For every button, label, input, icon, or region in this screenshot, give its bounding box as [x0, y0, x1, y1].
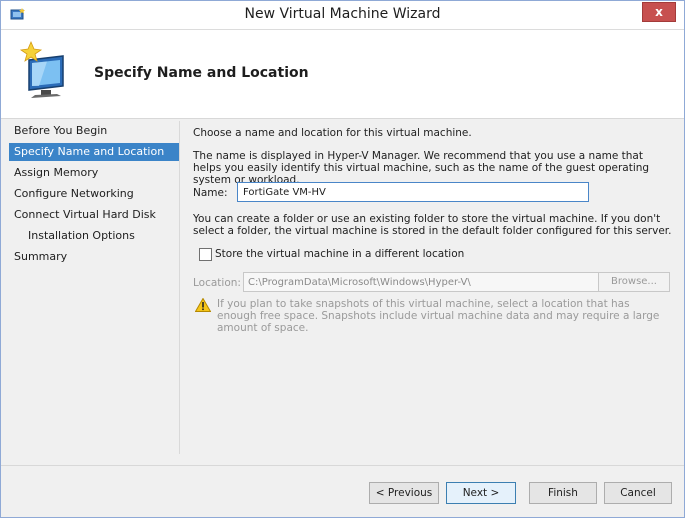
previous-button[interactable]: < Previous — [369, 482, 439, 504]
nav-item-installation-options[interactable]: Installation Options — [9, 227, 179, 245]
snapshot-warning-text: If you plan to take snapshots of this vi… — [217, 298, 660, 334]
nav-item-specify-name-location[interactable]: Specify Name and Location — [9, 143, 179, 161]
nav-divider — [179, 121, 180, 454]
wizard-header: Specify Name and Location — [1, 30, 684, 119]
nav-item-configure-networking[interactable]: Configure Networking — [9, 185, 179, 203]
page-title: Specify Name and Location — [94, 65, 309, 81]
nav-item-assign-memory[interactable]: Assign Memory — [9, 164, 179, 182]
monitor-sparkle-icon — [19, 40, 64, 98]
footer-divider — [1, 465, 684, 466]
wizard-window: New Virtual Machine Wizard x Specify Nam… — [0, 0, 685, 518]
location-input[interactable] — [243, 272, 599, 292]
next-button[interactable]: Next > — [446, 482, 516, 504]
cancel-button[interactable]: Cancel — [604, 482, 672, 504]
title-bar[interactable]: New Virtual Machine Wizard x — [1, 1, 684, 30]
location-label: Location: — [193, 277, 241, 289]
name-help-text: The name is displayed in Hyper-V Manager… — [193, 150, 650, 186]
warning-triangle-icon — [195, 298, 211, 312]
nav-item-before-you-begin[interactable]: Before You Begin — [9, 122, 179, 140]
nav-item-connect-virtual-hard-disk[interactable]: Connect Virtual Hard Disk — [9, 206, 179, 224]
window-title: New Virtual Machine Wizard — [244, 6, 441, 22]
intro-text: Choose a name and location for this virt… — [193, 127, 472, 139]
store-location-label[interactable]: Store the virtual machine in a different… — [215, 248, 464, 260]
finish-button[interactable]: Finish — [529, 482, 597, 504]
name-label: Name: — [193, 187, 228, 199]
wizard-steps-nav: Before You Begin Specify Name and Locati… — [9, 122, 179, 462]
browse-button[interactable]: Browse... — [598, 272, 670, 292]
name-input[interactable] — [237, 182, 589, 202]
close-button[interactable]: x — [642, 2, 676, 22]
folder-help-text: You can create a folder or use an existi… — [193, 213, 672, 237]
store-location-checkbox[interactable] — [199, 248, 212, 261]
nav-item-summary[interactable]: Summary — [9, 248, 179, 266]
